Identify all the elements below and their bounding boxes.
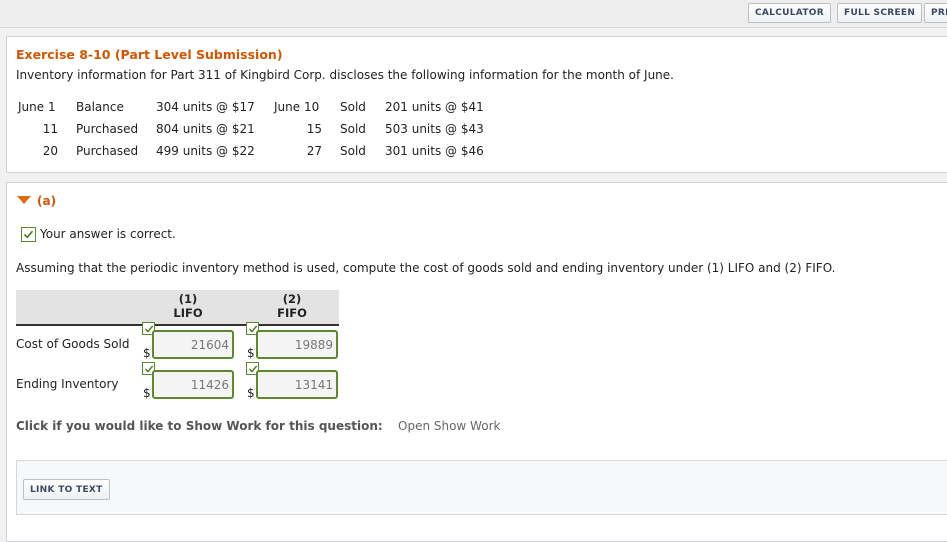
inventory-date: 11 [42,122,58,136]
inventory-type: Sold [340,122,366,136]
inventory-quantity: 503 units @ $43 [385,122,484,136]
ending-inventory-lifo-input[interactable]: 11426 [152,370,234,399]
print-button[interactable]: PRI [924,3,947,23]
lifo-column-name: LIFO [173,306,203,320]
inventory-date: June 10 [274,100,320,114]
collapse-triangle-icon[interactable] [17,196,31,204]
open-show-work-link[interactable]: Open Show Work [398,419,500,433]
inventory-type: Purchased [76,144,139,158]
lifo-column-number: (1) [178,292,198,306]
inventory-date: 15 [306,122,322,136]
part-a-label[interactable]: (a) [37,194,56,208]
inventory-date: 20 [42,144,58,158]
currency-symbol: $ [143,386,151,400]
cogs-label: Cost of Goods Sold [16,337,130,351]
fifo-column-name: FIFO [277,306,307,320]
full-screen-button[interactable]: FULL SCREEN [837,3,923,23]
link-to-text-box [16,460,947,515]
correct-check-icon [21,227,36,242]
exercise-description: Inventory information for Part 311 of Ki… [16,68,674,82]
inventory-quantity: 804 units @ $21 [156,122,255,136]
ending-inventory-fifo-input[interactable]: 13141 [256,370,338,399]
top-toolbar: CALCULATOR FULL SCREEN PRI [0,0,947,28]
currency-symbol: $ [247,386,255,400]
link-to-text-button[interactable]: LINK TO TEXT [23,479,110,500]
correct-message: Your answer is correct. [40,227,176,241]
inventory-type: Balance [76,100,124,114]
ending-inventory-label: Ending Inventory [16,377,119,391]
calculator-button[interactable]: CALCULATOR [748,3,831,23]
lifo-column-header: (1) LIFO [150,292,226,320]
inventory-type: Purchased [76,122,139,136]
inventory-date: 27 [306,144,322,158]
inventory-quantity: 201 units @ $41 [385,100,484,114]
question-text: Assuming that the periodic inventory met… [16,261,836,275]
currency-symbol: $ [247,346,255,360]
inventory-quantity: 499 units @ $22 [156,144,255,158]
currency-symbol: $ [143,346,151,360]
inventory-date: June 1 [18,100,56,114]
show-work-prompt: Click if you would like to Show Work for… [16,419,383,433]
inventory-quantity: 301 units @ $46 [385,144,484,158]
fifo-column-header: (2) FIFO [254,292,330,320]
inventory-type: Sold [340,100,366,114]
cogs-fifo-input[interactable]: 19889 [256,330,338,359]
exercise-title: Exercise 8-10 (Part Level Submission) [16,47,283,62]
cogs-lifo-input[interactable]: 21604 [152,330,234,359]
fifo-column-number: (2) [282,292,302,306]
inventory-type: Sold [340,144,366,158]
inventory-quantity: 304 units @ $17 [156,100,255,114]
